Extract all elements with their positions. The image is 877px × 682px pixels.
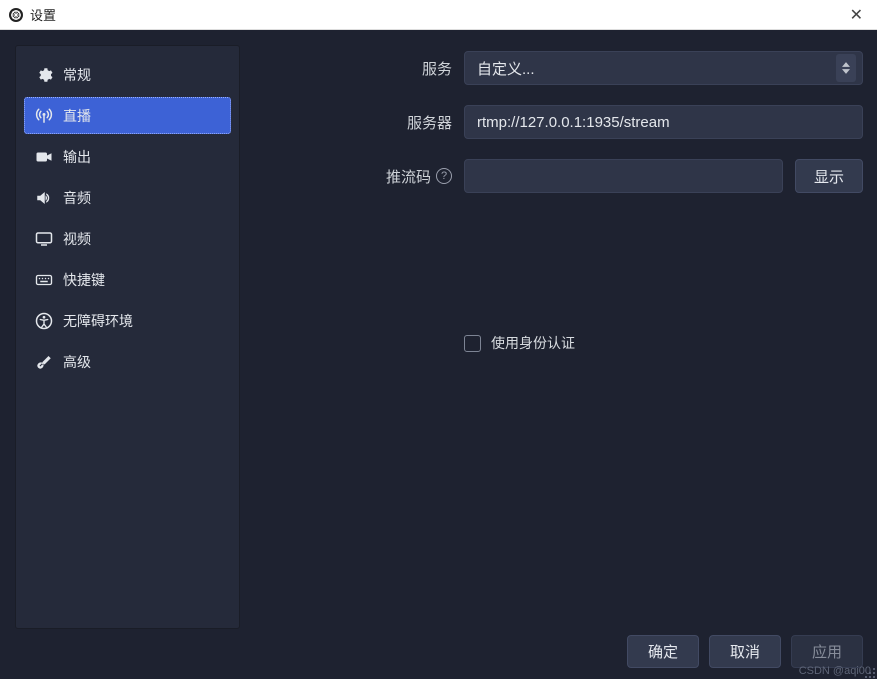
titlebar: 设置 ✕ xyxy=(0,0,877,30)
sidebar-item-hotkeys[interactable]: 快捷键 xyxy=(24,261,231,298)
watermark: CSDN @aqi00 xyxy=(799,665,871,677)
spinner-icon[interactable] xyxy=(836,54,856,82)
tools-icon xyxy=(35,353,53,371)
app-logo-icon xyxy=(8,7,24,23)
content-panel: 服务 自定义... 服务器 xyxy=(254,45,863,629)
gear-icon xyxy=(35,66,53,84)
streamkey-input[interactable] xyxy=(464,159,783,193)
service-select-value: 自定义... xyxy=(477,58,535,79)
window-title: 设置 xyxy=(30,5,844,24)
apply-button: 应用 xyxy=(791,635,863,668)
show-button[interactable]: 显示 xyxy=(795,159,863,193)
resize-grip-icon[interactable] xyxy=(864,666,876,678)
sidebar-item-general[interactable]: 常规 xyxy=(24,56,231,93)
sidebar-item-label: 高级 xyxy=(63,352,91,372)
help-icon[interactable]: ? xyxy=(436,168,452,184)
sidebar-item-accessibility[interactable]: 无障碍环境 xyxy=(24,302,231,339)
server-label: 服务器 xyxy=(254,112,464,133)
sidebar-item-label: 常规 xyxy=(63,65,91,85)
audio-icon xyxy=(35,189,53,207)
sidebar-item-advanced[interactable]: 高级 xyxy=(24,343,231,380)
keyboard-icon xyxy=(35,271,53,289)
broadcast-icon xyxy=(35,107,53,125)
sidebar: 常规 直播 输出 音频 视频 快捷键 xyxy=(15,45,240,629)
service-select[interactable]: 自定义... xyxy=(464,51,863,85)
sidebar-item-video[interactable]: 视频 xyxy=(24,220,231,257)
sidebar-item-audio[interactable]: 音频 xyxy=(24,179,231,216)
close-icon[interactable]: ✕ xyxy=(844,5,869,25)
cancel-button[interactable]: 取消 xyxy=(709,635,781,668)
sidebar-item-stream[interactable]: 直播 xyxy=(24,97,231,134)
sidebar-item-output[interactable]: 输出 xyxy=(24,138,231,175)
sidebar-item-label: 视频 xyxy=(63,229,91,249)
auth-checkbox-label: 使用身份认证 xyxy=(491,333,575,353)
monitor-icon xyxy=(35,230,53,248)
sidebar-item-label: 无障碍环境 xyxy=(63,311,133,331)
camera-icon xyxy=(35,148,53,166)
sidebar-item-label: 输出 xyxy=(63,147,91,167)
auth-checkbox[interactable] xyxy=(464,335,481,352)
streamkey-label: 推流码 ? xyxy=(254,166,464,187)
server-input[interactable] xyxy=(464,105,863,139)
sidebar-item-label: 直播 xyxy=(63,106,91,126)
sidebar-item-label: 快捷键 xyxy=(63,270,105,290)
ok-button[interactable]: 确定 xyxy=(627,635,699,668)
sidebar-item-label: 音频 xyxy=(63,188,91,208)
footer: 确定 取消 应用 xyxy=(0,629,877,679)
service-label: 服务 xyxy=(254,58,464,79)
accessibility-icon xyxy=(35,312,53,330)
